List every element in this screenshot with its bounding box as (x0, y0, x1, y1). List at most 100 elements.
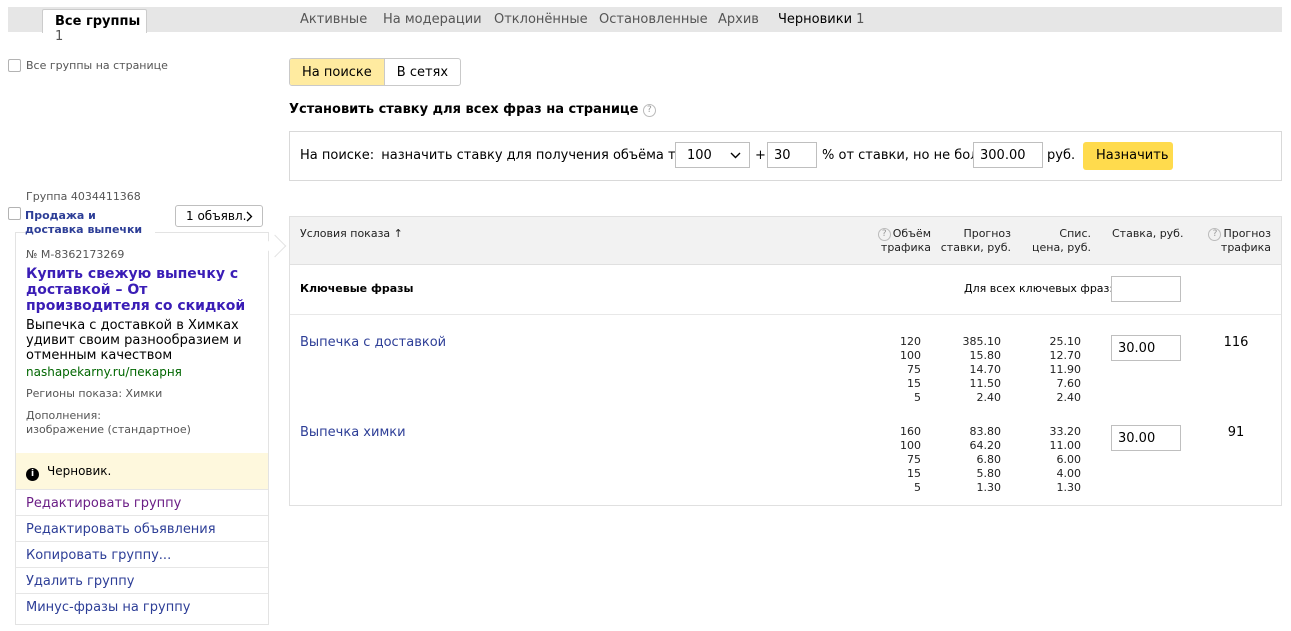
forecast-bid-header: Прогноз ставки, руб. (938, 227, 1011, 255)
bid-prefix: На поиске: (300, 148, 375, 163)
menu-item-label: Редактировать группу (26, 496, 182, 511)
traffic-value: 75 (907, 363, 921, 376)
traffic-values: 160 100 75 15 5 (871, 425, 921, 495)
tab-label: Активные (300, 12, 368, 27)
traffic-value: 75 (907, 453, 921, 466)
forecast-traffic-header: ? Прогноз трафика (1195, 227, 1271, 255)
tab-label: Черновики (778, 12, 853, 27)
forecast-values: 83.80 64.20 6.80 5.80 1.30 (941, 425, 1002, 495)
spend-value: 12.70 (1049, 349, 1082, 362)
traffic-volume-select[interactable]: 100 (675, 142, 750, 168)
traffic-value: 100 (900, 439, 921, 452)
draft-status: i Черновик. (16, 453, 268, 489)
copy-group-link[interactable]: Копировать группу... (16, 541, 268, 567)
spend-value: 25.10 (1049, 335, 1082, 348)
apply-bid-button[interactable]: Назначить (1083, 142, 1173, 170)
tab-label: Отклонённые (494, 12, 588, 27)
ads-count-label: 1 объявл. (186, 209, 247, 223)
select-all-checkbox[interactable] (8, 59, 21, 72)
tab-archive[interactable]: Архив (718, 12, 759, 27)
delete-group-link[interactable]: Удалить группу (16, 567, 268, 593)
traffic-value: 15 (907, 467, 921, 480)
draft-status-text: Черновик. (47, 464, 112, 478)
help-icon[interactable]: ? (877, 228, 891, 241)
spend-value: 6.00 (1056, 453, 1082, 466)
forecast-value: 83.80 (969, 425, 1002, 438)
traffic-volume-value: 100 (687, 148, 712, 163)
spend-value: 33.20 (1049, 425, 1082, 438)
ad-url[interactable]: nashapekarny.ru/пекарня (26, 365, 182, 379)
spend-values: 25.10 12.70 11.90 7.60 2.40 (1021, 335, 1082, 405)
menu-item-label: Удалить группу (26, 574, 135, 589)
traffic-value: 5 (914, 481, 921, 494)
spend-values: 33.20 11.00 6.00 4.00 1.30 (1021, 425, 1082, 495)
ads-count-button[interactable]: 1 объявл. (175, 205, 263, 227)
search-mode-button[interactable]: На поиске (290, 59, 385, 85)
forecast-header-line1: Прогноз (963, 227, 1011, 240)
help-icon[interactable]: ? (1208, 228, 1222, 241)
tab-label: Остановленные (599, 12, 708, 27)
menu-item-label: Минус-фразы на группу (26, 600, 191, 615)
phrase-link[interactable]: Выпечка с доставкой (300, 335, 446, 350)
tab-count: 1 (55, 29, 64, 44)
forecast-traffic-line1: Прогноз (1223, 227, 1271, 240)
tab-label: Архив (718, 12, 759, 27)
spend-header: Спис. цена, руб. (1020, 227, 1091, 255)
tab-count: 1 (856, 12, 865, 27)
tab-drafts[interactable]: Черновики 1 (778, 12, 864, 27)
tab-label: Все группы (55, 14, 141, 29)
phrase-text: Выпечка химки (300, 425, 406, 440)
currency-label: руб. (1047, 148, 1076, 163)
bid-all-title-text: Установить ставку для всех фраз на стран… (289, 102, 639, 117)
phrase-link[interactable]: Выпечка химки (300, 425, 406, 440)
all-keywords-bid-input[interactable] (1111, 276, 1181, 302)
traffic-value: 160 (900, 425, 921, 438)
percent-input[interactable]: 30 (767, 142, 817, 168)
max-bid-input[interactable]: 300.00 (973, 142, 1043, 168)
chevron-right-icon (246, 211, 253, 222)
bid-input[interactable]: 30.00 (1111, 335, 1181, 361)
forecast-value: 6.80 (976, 453, 1002, 466)
negative-keywords-link[interactable]: Минус-фразы на группу (16, 593, 268, 619)
regions: Регионы показа: Химки (26, 387, 163, 400)
row-divider (290, 314, 1281, 315)
edit-group-link[interactable]: Редактировать группу (16, 489, 268, 515)
forecast-value: 1.30 (976, 481, 1002, 494)
spend-value: 1.30 (1056, 481, 1082, 494)
select-all-label: Все группы на странице (26, 59, 168, 72)
tab-stopped[interactable]: Остановленные (599, 12, 708, 27)
traffic-value: 100 (900, 349, 921, 362)
forecast-value: 2.40 (976, 391, 1002, 404)
tab-rejected[interactable]: Отклонённые (494, 12, 588, 27)
placement-switch: На поиске В сетях (289, 58, 462, 86)
conditions-header-text: Условия показа ↑ (300, 227, 403, 240)
chevron-down-icon (730, 152, 741, 159)
bid-all-title: Установить ставку для всех фраз на стран… (289, 102, 656, 117)
menu-item-label: Копировать группу... (26, 548, 172, 563)
forecast-traffic-line2: трафика (1220, 241, 1271, 254)
forecast-value: 15.80 (969, 349, 1002, 362)
group-name-text: Продажа и доставка выпечки (25, 209, 143, 236)
tab-label: На модерации (383, 12, 482, 27)
bid-input[interactable]: 30.00 (1111, 425, 1181, 451)
spend-value: 11.90 (1049, 363, 1082, 376)
edit-ads-link[interactable]: Редактировать объявления (16, 515, 268, 541)
spend-value: 4.00 (1056, 467, 1082, 480)
conditions-header[interactable]: Условия показа ↑ (300, 227, 403, 241)
tab-active[interactable]: Активные (300, 12, 367, 27)
group-id: Группа 4034411368 (26, 190, 141, 203)
help-icon[interactable]: ? (642, 104, 656, 117)
table-header (290, 217, 1281, 265)
forecast-values: 385.10 15.80 14.70 11.50 2.40 (941, 335, 1002, 405)
group-name[interactable]: Продажа и доставка выпечки (25, 209, 155, 237)
spend-header-line1: Спис. (1059, 227, 1091, 240)
ad-title[interactable]: Купить свежую выпечку с доставкой – От п… (26, 266, 266, 314)
group-checkbox[interactable] (8, 207, 21, 220)
spend-value: 11.00 (1049, 439, 1082, 452)
tab-all-groups[interactable]: Все группы 1 (42, 9, 147, 44)
forecast-value: 385.10 (962, 335, 1002, 348)
tab-moderation[interactable]: На модерации (383, 12, 482, 27)
networks-mode-button[interactable]: В сетях (385, 59, 460, 85)
traffic-values: 120 100 75 15 5 (871, 335, 921, 405)
traffic-header: ? Объём трафика (860, 227, 931, 255)
